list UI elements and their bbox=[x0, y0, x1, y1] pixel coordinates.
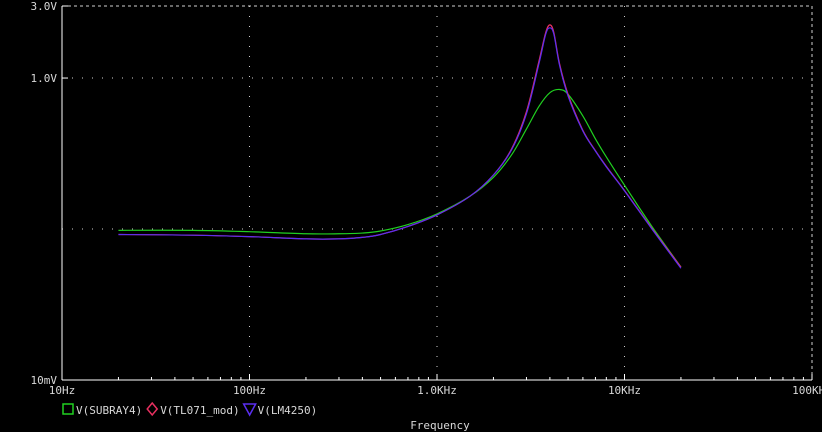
triangle-marker-icon bbox=[242, 403, 257, 417]
legend-label: V(LM4250) bbox=[258, 404, 318, 417]
axes-layer bbox=[61, 5, 813, 381]
legend-label: V(TL071_mod) bbox=[160, 404, 239, 417]
chart-area: 10Hz100Hz1.0KHz10KHz100KHz3.0V1.0V10mV V… bbox=[31, 0, 822, 432]
grid-layer bbox=[62, 6, 812, 380]
y-tick-label: 10mV bbox=[31, 374, 58, 387]
series-line-1 bbox=[118, 88, 682, 268]
legend-label: V(SUBRAY4) bbox=[76, 404, 142, 417]
y-tick-label: 1.0V bbox=[31, 72, 58, 85]
x-axis-title: Frequency bbox=[410, 419, 470, 432]
y-tick-label: 3.0V bbox=[31, 0, 58, 13]
x-tick-label: 100Hz bbox=[233, 384, 266, 397]
legend-item-2: V(TL071_mod) bbox=[146, 401, 240, 417]
diamond-marker-icon bbox=[146, 401, 159, 417]
legend-item-3: V(LM4250) bbox=[242, 403, 318, 417]
x-tick-label: 1.0KHz bbox=[417, 384, 457, 397]
tick-labels: 10Hz100Hz1.0KHz10KHz100KHz3.0V1.0V10mV bbox=[31, 0, 822, 397]
x-tick-label: 100KHz bbox=[792, 384, 822, 397]
square-marker-icon bbox=[62, 403, 74, 415]
x-tick-label: 10KHz bbox=[608, 384, 641, 397]
legend: V(SUBRAY4) V(TL071_mod) V(LM4250) bbox=[62, 401, 318, 417]
series-line-3 bbox=[118, 27, 682, 269]
legend-item-1: V(SUBRAY4) bbox=[62, 403, 142, 417]
series-layer bbox=[118, 24, 682, 269]
